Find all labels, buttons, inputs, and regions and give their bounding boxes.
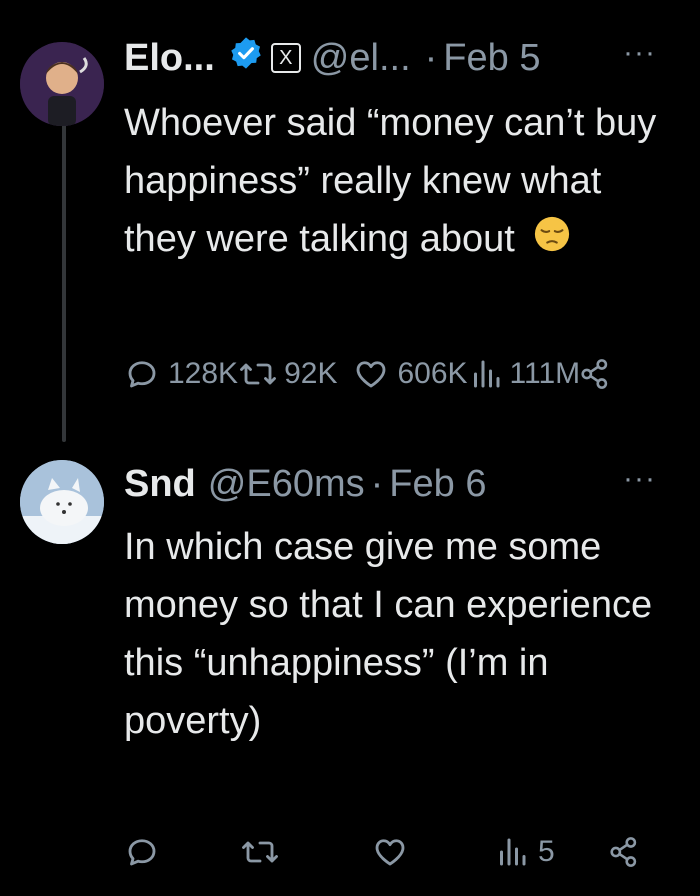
like-button[interactable]: 606K xyxy=(353,356,468,392)
heart-icon xyxy=(357,361,386,388)
repost-count: 92K xyxy=(284,357,338,390)
repost-button[interactable]: 92K xyxy=(238,356,337,392)
avatar[interactable] xyxy=(20,460,104,544)
reply-text: In which case give me some money so that… xyxy=(124,526,653,742)
author-handle[interactable]: @E60ms xyxy=(208,463,365,506)
like-button[interactable] xyxy=(372,834,408,870)
share-icon xyxy=(581,359,608,389)
reply-button[interactable]: 128K xyxy=(124,356,238,392)
reply-button[interactable] xyxy=(124,834,160,870)
reply-count: 128K xyxy=(168,357,239,390)
reply-header: Snd @E60ms · Feb 6 xyxy=(124,460,664,508)
views-button[interactable]: 5 xyxy=(494,834,555,870)
author-name[interactable]: Elo... xyxy=(124,37,215,80)
views-button[interactable]: 111M xyxy=(468,356,581,392)
more-options-button[interactable]: ··· xyxy=(623,36,656,70)
author-name[interactable]: Snd xyxy=(124,463,196,506)
share-button[interactable] xyxy=(609,835,639,869)
share-button[interactable] xyxy=(580,357,610,391)
reply-icon xyxy=(128,361,156,388)
tweet-text-content: Whoever said “money can’t buy happiness”… xyxy=(124,102,657,260)
reply-date[interactable]: Feb 6 xyxy=(389,463,486,506)
verified-icon xyxy=(229,36,263,80)
reply-icon xyxy=(128,839,156,866)
views-icon xyxy=(473,360,500,388)
x-affiliate-icon: X xyxy=(270,43,301,73)
pensive-face-icon xyxy=(533,212,571,270)
separator: · xyxy=(424,36,438,79)
separator: · xyxy=(370,462,384,505)
thread-line xyxy=(62,124,66,442)
more-options-button[interactable]: ··· xyxy=(623,462,656,496)
tweet-text: Whoever said “money can’t buy happiness”… xyxy=(124,94,669,270)
reply-actions: 5 xyxy=(124,834,684,870)
views-count: 5 xyxy=(538,835,555,868)
share-icon xyxy=(610,837,636,867)
repost-icon xyxy=(242,841,278,863)
repost-button[interactable] xyxy=(240,834,280,870)
views-count: 111M xyxy=(509,357,581,390)
avatar-image xyxy=(20,42,104,126)
tweet-actions: 128K 92K 606K 111M xyxy=(124,356,684,392)
views-icon xyxy=(500,838,526,866)
like-count: 606K xyxy=(397,357,468,390)
author-handle[interactable]: @el... xyxy=(311,37,411,80)
avatar[interactable] xyxy=(20,42,104,126)
repost-icon xyxy=(240,363,277,385)
tweet-date[interactable]: Feb 5 xyxy=(443,37,540,80)
avatar-image xyxy=(20,460,104,544)
heart-icon xyxy=(375,839,405,866)
tweet-header: Elo... X @el... · Feb 5 xyxy=(124,34,664,82)
